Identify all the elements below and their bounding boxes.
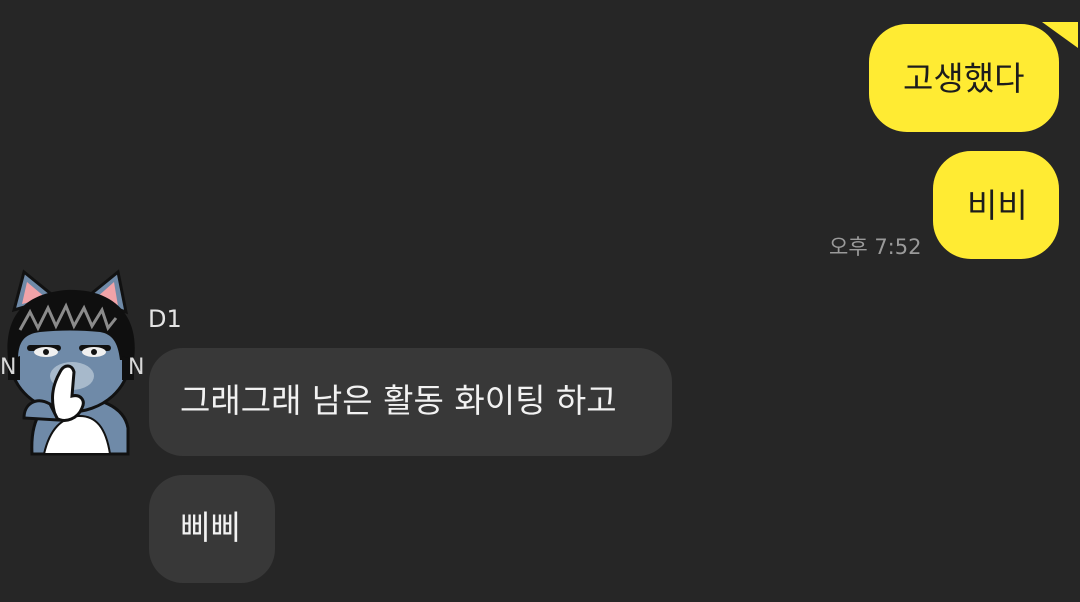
- svg-text:N: N: [128, 355, 144, 380]
- chat-message-list[interactable]: 고생했다 비비 오후 7:52 N N D1 그래그래 남은 활동 화이팅 하고…: [0, 0, 1080, 602]
- incoming-message-bubble[interactable]: 삐삐: [149, 475, 275, 583]
- outgoing-message-text: 고생했다: [903, 59, 1025, 98]
- sender-name: D1: [148, 305, 182, 333]
- sender-avatar[interactable]: N N: [0, 268, 156, 464]
- svg-text:N: N: [0, 355, 16, 380]
- incoming-message-text: 그래그래 남은 활동 화이팅 하고: [180, 381, 617, 420]
- outgoing-message-text: 비비: [967, 186, 1028, 225]
- incoming-message-text: 삐삐: [180, 508, 241, 547]
- outgoing-bubble-tail: [1030, 22, 1078, 48]
- neo-cat-character-avatar-icon: N N: [0, 269, 144, 456]
- message-timestamp: 오후 7:52: [829, 235, 922, 259]
- outgoing-message-bubble[interactable]: 비비: [933, 151, 1059, 259]
- incoming-message-bubble[interactable]: 그래그래 남은 활동 화이팅 하고: [149, 348, 672, 456]
